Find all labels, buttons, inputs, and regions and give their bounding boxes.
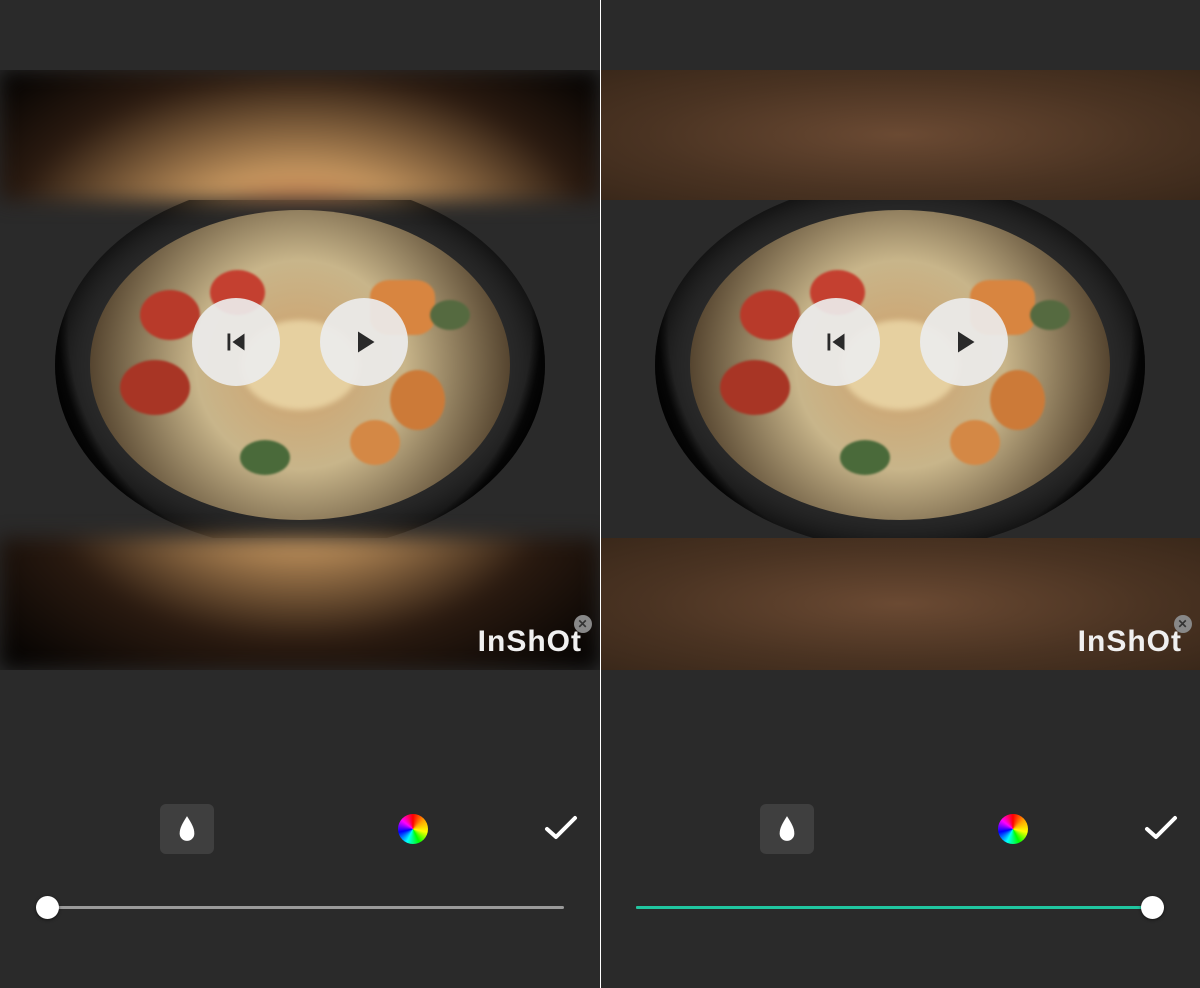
slider-thumb[interactable]: [36, 896, 59, 919]
pane-divider: [600, 0, 601, 988]
blur-fill-button[interactable]: [760, 804, 814, 854]
close-icon[interactable]: ✕: [574, 615, 592, 633]
bottom-toolbar: [600, 768, 1200, 988]
water-drop-icon: [176, 814, 198, 844]
confirm-button[interactable]: [1144, 814, 1178, 847]
blur-intensity-slider[interactable]: [36, 896, 564, 920]
water-drop-icon: [776, 814, 798, 844]
skip-previous-button[interactable]: [792, 298, 880, 386]
letterbox-top: [0, 70, 600, 200]
skip-previous-icon: [819, 325, 853, 359]
slider-track: [36, 906, 564, 909]
color-fill-button[interactable]: [998, 814, 1028, 844]
checkmark-icon: [544, 814, 578, 842]
editor-pane-left: InShOt ✕: [0, 0, 600, 988]
playback-controls: [600, 298, 1200, 386]
play-button[interactable]: [320, 298, 408, 386]
play-icon: [946, 324, 982, 360]
watermark-text: InShOt: [1078, 625, 1182, 658]
close-icon[interactable]: ✕: [1174, 615, 1192, 633]
slider-thumb[interactable]: [1141, 896, 1164, 919]
playback-controls: [0, 298, 600, 386]
watermark-text: InShOt: [478, 625, 582, 658]
checkmark-icon: [1144, 814, 1178, 842]
letterbox-top: [600, 70, 1200, 200]
editor-pane-right: InShOt ✕: [600, 0, 1200, 988]
blur-intensity-slider[interactable]: [636, 896, 1164, 920]
bottom-toolbar: [0, 768, 600, 988]
color-fill-button[interactable]: [398, 814, 428, 844]
slider-fill: [636, 906, 1150, 909]
play-icon: [346, 324, 382, 360]
blur-fill-button[interactable]: [160, 804, 214, 854]
watermark[interactable]: InShOt ✕: [478, 625, 582, 659]
watermark[interactable]: InShOt ✕: [1078, 625, 1182, 659]
skip-previous-icon: [219, 325, 253, 359]
confirm-button[interactable]: [544, 814, 578, 847]
play-button[interactable]: [920, 298, 1008, 386]
skip-previous-button[interactable]: [192, 298, 280, 386]
app-container: InShOt ✕: [0, 0, 1200, 988]
